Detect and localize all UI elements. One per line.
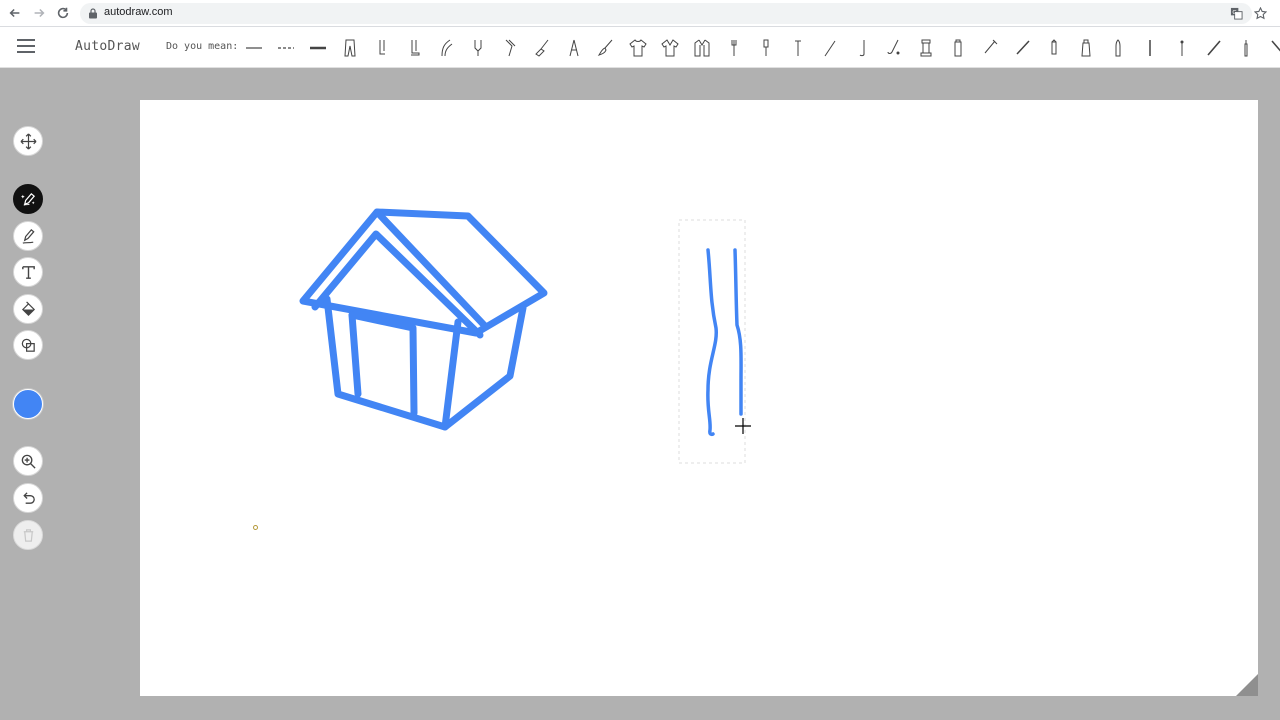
- suggestion-golf-club-icon[interactable]: [878, 35, 910, 61]
- suggestion-broom-icon[interactable]: [526, 35, 558, 61]
- suggestion-chess-piece-icon[interactable]: [910, 35, 942, 61]
- text-icon: [21, 265, 35, 279]
- trash-icon: [23, 528, 33, 542]
- suggestion-stick-icon[interactable]: [1262, 35, 1280, 61]
- suggestion-pencil-icon[interactable]: [1038, 35, 1070, 61]
- suggestion-paintbrush-icon[interactable]: [590, 35, 622, 61]
- suggestion-lighthouse-icon[interactable]: [1070, 35, 1102, 61]
- suggestion-shirt-icon[interactable]: [654, 35, 686, 61]
- suggestion-battery-icon[interactable]: [942, 35, 974, 61]
- fill-bucket-icon: [21, 301, 35, 316]
- svg-text:G: G: [1232, 9, 1236, 15]
- suggestion-baton-icon[interactable]: [1198, 35, 1230, 61]
- move-tool-button[interactable]: [13, 126, 43, 156]
- suggestion-jacket-icon[interactable]: [686, 35, 718, 61]
- type-tool-button[interactable]: [13, 257, 43, 287]
- suggestion-knee-icon[interactable]: [494, 35, 526, 61]
- pencil-icon: [22, 228, 35, 244]
- app-header: AutoDraw Do you mean:: [0, 27, 1280, 68]
- back-icon[interactable]: [6, 4, 24, 22]
- color-picker-button[interactable]: [13, 389, 43, 419]
- canvas-dot: [253, 525, 258, 530]
- suggestion-bolt-icon[interactable]: [974, 35, 1006, 61]
- suggestion-bullet-icon[interactable]: [1102, 35, 1134, 61]
- app-title: AutoDraw: [75, 39, 141, 54]
- suggestion-screwdriver-icon[interactable]: [750, 35, 782, 61]
- delete-tool-button: [13, 520, 43, 550]
- move-icon: [20, 133, 36, 149]
- suggestion-boot-icon[interactable]: [398, 35, 430, 61]
- drawing-canvas[interactable]: [140, 100, 1258, 696]
- url-text: autodraw.com: [104, 6, 173, 18]
- suggestion-dashed-line-icon[interactable]: [270, 35, 302, 61]
- house-drawing: [299, 208, 548, 431]
- draw-tool-button[interactable]: [13, 221, 43, 251]
- resize-handle[interactable]: [1236, 674, 1258, 696]
- suggestion-pole-icon[interactable]: [1134, 35, 1166, 61]
- browser-toolbar: autodraw.com G: [0, 0, 1280, 27]
- suggestion-fork-icon[interactable]: [718, 35, 750, 61]
- forward-icon[interactable]: [30, 4, 48, 22]
- suggestion-pants-icon[interactable]: [334, 35, 366, 61]
- suggestion-leg-icon[interactable]: [366, 35, 398, 61]
- suggest-label: Do you mean:: [166, 41, 239, 52]
- undo-icon: [22, 491, 35, 504]
- crosshair-cursor: [735, 418, 751, 434]
- zoom-tool-button[interactable]: [13, 446, 43, 476]
- suggestion-wand-icon[interactable]: [814, 35, 846, 61]
- undo-tool-button[interactable]: [13, 483, 43, 513]
- lock-icon: [89, 8, 97, 19]
- suggestion-arm-icon[interactable]: [430, 35, 462, 61]
- suggestion-nail-icon[interactable]: [782, 35, 814, 61]
- suggestion-thick-line-icon[interactable]: [302, 35, 334, 61]
- star-icon[interactable]: [1252, 5, 1268, 21]
- fill-tool-button[interactable]: [13, 294, 43, 324]
- suggestion-spatula-icon[interactable]: [1006, 35, 1038, 61]
- translate-icon[interactable]: G: [1228, 5, 1244, 21]
- shape-tool-button[interactable]: [13, 330, 43, 360]
- suggestion-t-shirt-icon[interactable]: [622, 35, 654, 61]
- zoom-in-icon: [21, 454, 36, 469]
- canvas-drawing: [299, 208, 751, 464]
- suggestion-strip: [238, 35, 1280, 61]
- suggestion-hockey-stick-icon[interactable]: [846, 35, 878, 61]
- autodraw-tool-button[interactable]: [13, 184, 43, 214]
- address-bar[interactable]: autodraw.com: [80, 3, 1252, 24]
- suggestion-line-icon[interactable]: [238, 35, 270, 61]
- shape-icon: [21, 338, 35, 352]
- menu-icon[interactable]: [17, 39, 37, 55]
- reload-icon[interactable]: [54, 4, 72, 22]
- suggestion-candle-icon[interactable]: [1230, 35, 1262, 61]
- autodraw-icon: [20, 192, 35, 206]
- freehand-strokes: [706, 248, 743, 437]
- suggestion-eiffel-tower-icon[interactable]: [558, 35, 590, 61]
- suggestion-pin-icon[interactable]: [1166, 35, 1198, 61]
- suggestion-tuning-fork-icon[interactable]: [462, 35, 494, 61]
